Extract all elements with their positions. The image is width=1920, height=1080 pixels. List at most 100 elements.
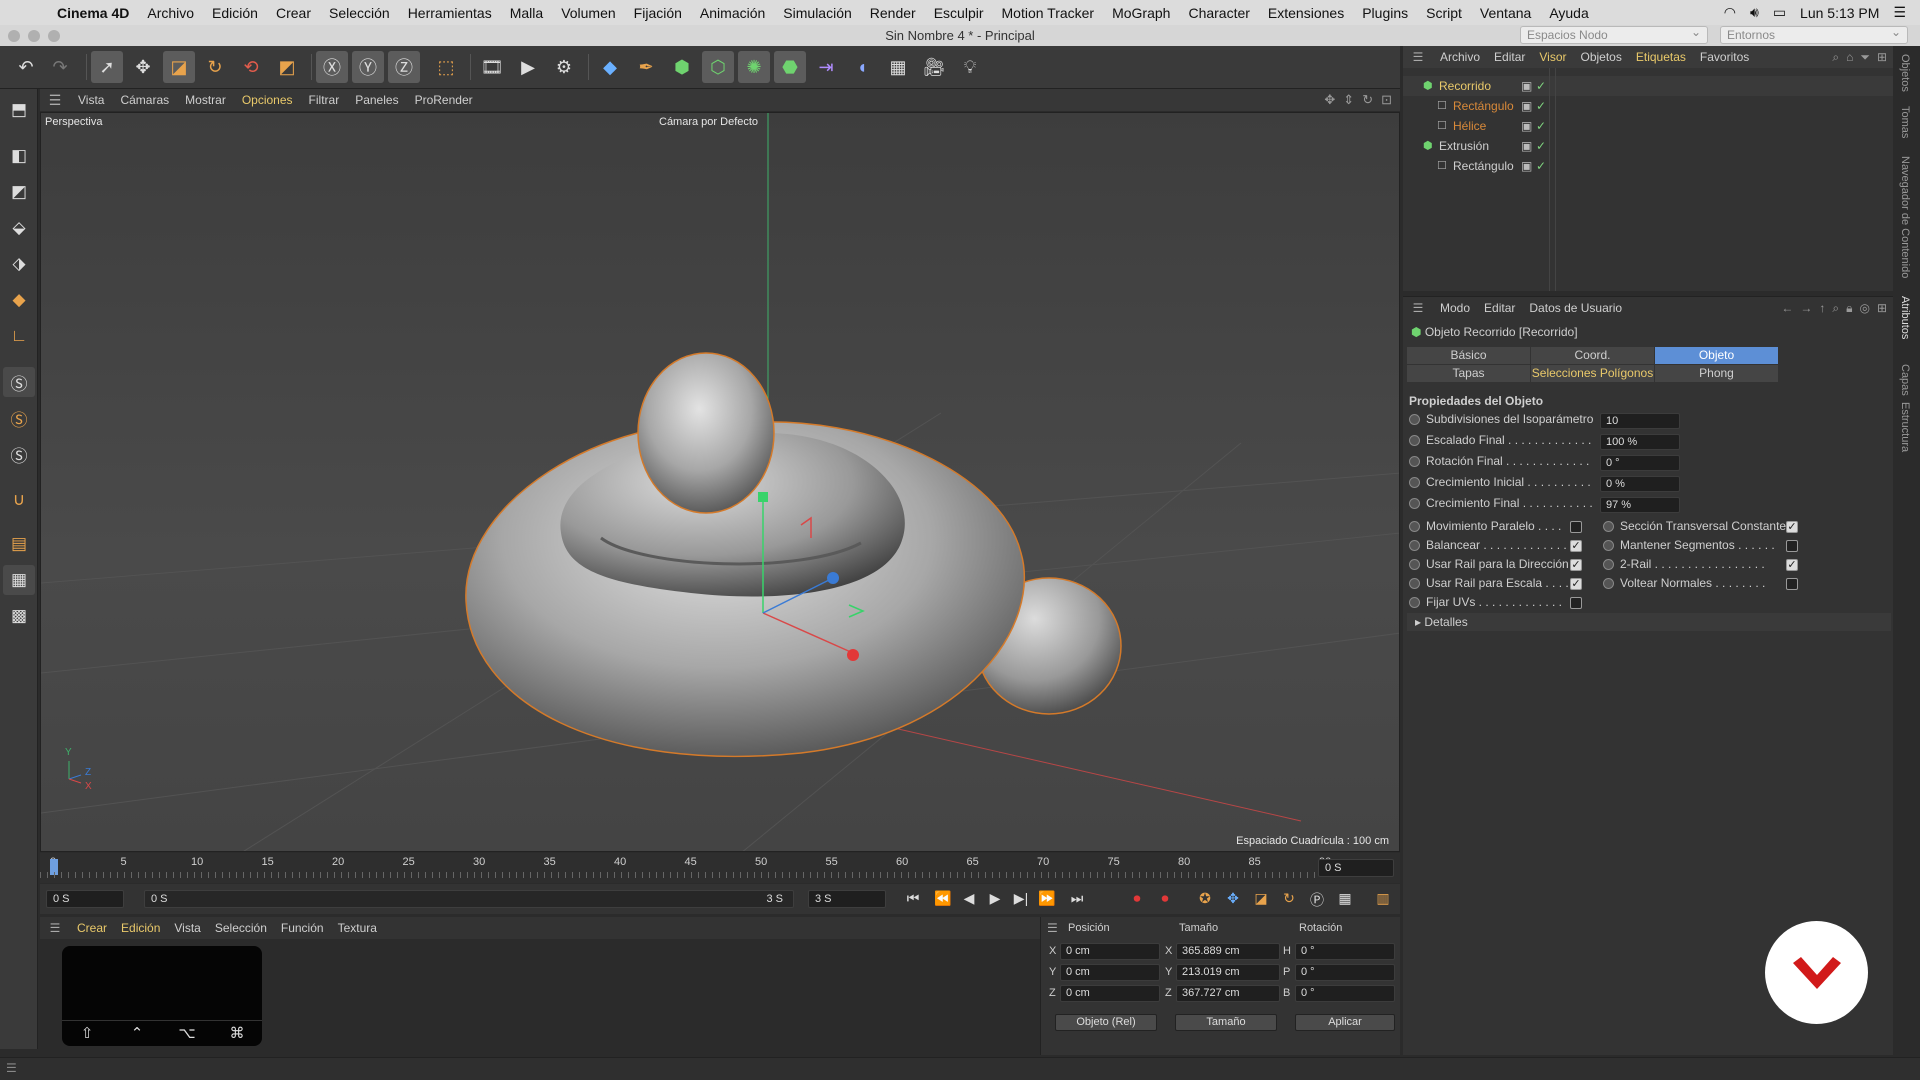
animate-radio[interactable]: [1409, 456, 1420, 468]
camera-icon[interactable]: 🎥︎: [918, 51, 950, 83]
render-settings-icon[interactable]: ⚙: [548, 51, 580, 83]
material-menu-5[interactable]: Textura: [331, 921, 384, 935]
texture-mode-icon[interactable]: ◩: [3, 177, 35, 207]
enabled-check-icon[interactable]: ✓: [1536, 159, 1546, 173]
material-menu-icon[interactable]: ☰: [40, 921, 70, 935]
timeline-window-icon[interactable]: ▥: [1372, 890, 1394, 910]
checkbox[interactable]: [1570, 521, 1582, 533]
status-menu-icon[interactable]: ☰: [6, 1061, 17, 1075]
checkbox[interactable]: ✓: [1570, 559, 1582, 571]
material-menu-1[interactable]: Edición: [114, 921, 167, 935]
coords-menu-icon[interactable]: ☰: [1047, 921, 1058, 935]
make-editable-icon[interactable]: ⬒: [3, 95, 35, 125]
end-frame-field[interactable]: 3 S: [808, 890, 886, 908]
workplane-snap-icon[interactable]: Ⓢ: [3, 439, 35, 469]
x-axis-lock-icon[interactable]: Ⓧ: [316, 51, 348, 83]
maximize-view-icon[interactable]: ⊡: [1381, 92, 1392, 108]
magnet-icon[interactable]: ∪: [3, 485, 35, 515]
mac-menu-1[interactable]: Edición: [203, 5, 267, 21]
viewport-menu-5[interactable]: Paneles: [347, 93, 406, 107]
mac-menu-9[interactable]: Simulación: [774, 5, 860, 21]
position-field-1[interactable]: 0 cm: [1060, 964, 1160, 981]
tab-tapas[interactable]: Tapas: [1407, 365, 1531, 382]
animate-radio[interactable]: [1603, 559, 1614, 571]
start-frame-field[interactable]: 0 S: [46, 890, 124, 908]
array-icon[interactable]: ⬣: [774, 51, 806, 83]
animate-radio[interactable]: [1409, 435, 1420, 447]
edges-mode-icon[interactable]: ⬗: [3, 249, 35, 279]
animate-radio[interactable]: [1409, 498, 1420, 510]
side-tab-1[interactable]: Tomas: [1899, 106, 1911, 138]
keyframe-selection-icon[interactable]: ✪: [1194, 890, 1216, 910]
play-icon[interactable]: ▶: [984, 890, 1006, 910]
clock[interactable]: Lun 5:13 PM: [1800, 5, 1879, 21]
side-tab-0[interactable]: Objetos: [1899, 54, 1911, 92]
current-frame-field[interactable]: 0 S: [1318, 859, 1394, 877]
key-position-icon[interactable]: ✥: [1222, 890, 1244, 910]
object-name[interactable]: Rectángulo: [1453, 159, 1514, 173]
3d-viewport[interactable]: Perspectiva Cámara por Defecto Espaciado…: [40, 112, 1400, 852]
axis-mode-icon[interactable]: ∟: [3, 321, 35, 351]
side-tab-4[interactable]: Capas: [1899, 364, 1911, 396]
back-arrow-icon[interactable]: ←: [1781, 301, 1793, 316]
animate-radio[interactable]: [1409, 414, 1420, 426]
lock-icon[interactable]: 🔒︎: [1846, 301, 1852, 316]
checkbox[interactable]: [1786, 540, 1798, 552]
object-name[interactable]: Hélice: [1453, 119, 1486, 133]
prev-frame-icon[interactable]: ◀: [958, 890, 980, 910]
checkbox[interactable]: ✓: [1570, 540, 1582, 552]
timeline-ruler[interactable]: 051015202530354045505560657075808590 0 S: [40, 853, 1400, 883]
visibility-toggle[interactable]: ▣: [1521, 79, 1532, 93]
rotation-field-1[interactable]: 0 °: [1295, 964, 1395, 981]
snap-icon[interactable]: Ⓢ: [3, 367, 35, 397]
points-mode-icon[interactable]: ⬙: [3, 213, 35, 243]
cube-icon[interactable]: ◆: [594, 51, 626, 83]
material-menu-3[interactable]: Selección: [208, 921, 274, 935]
animate-radio[interactable]: [1603, 521, 1614, 533]
range-slider[interactable]: 0 S 3 S: [144, 890, 794, 908]
mac-menu-3[interactable]: Selección: [320, 5, 399, 21]
viewport-menu-6[interactable]: ProRender: [407, 93, 481, 107]
mac-menu-11[interactable]: Esculpir: [925, 5, 993, 21]
mac-menu-4[interactable]: Herramientas: [399, 5, 501, 21]
search-icon[interactable]: ⌕: [1832, 301, 1839, 316]
rotation-field-2[interactable]: 0 °: [1295, 985, 1395, 1002]
model-mode-icon[interactable]: ◧: [3, 141, 35, 171]
tab-phong[interactable]: Phong: [1655, 365, 1779, 382]
pen-spline-icon[interactable]: ✒: [630, 51, 662, 83]
object-menu-5[interactable]: Favoritos: [1693, 50, 1756, 64]
size-field-2[interactable]: 367.727 cm: [1176, 985, 1280, 1002]
property-value-field[interactable]: 0 °: [1600, 455, 1680, 471]
y-axis-lock-icon[interactable]: Ⓨ: [352, 51, 384, 83]
light-icon[interactable]: 💡︎: [954, 51, 986, 83]
coordinate-system-icon[interactable]: ⬚: [430, 51, 462, 83]
snap-settings-icon[interactable]: Ⓢ: [3, 403, 35, 433]
transform-tool-icon[interactable]: ◩: [271, 51, 303, 83]
environments-select[interactable]: Entornos: [1720, 25, 1908, 44]
wifi-icon[interactable]: ◠: [1724, 4, 1736, 21]
checkbox[interactable]: ✓: [1786, 559, 1798, 571]
new-window-icon[interactable]: ⊞: [1877, 50, 1887, 65]
goto-start-icon[interactable]: ⏮: [902, 890, 924, 910]
field-icon[interactable]: ◖: [846, 51, 878, 83]
gizmo-z-handle[interactable]: [827, 572, 839, 584]
checkbox[interactable]: ✓: [1570, 578, 1582, 590]
pan-view-icon[interactable]: ✥: [1324, 92, 1335, 108]
tab-objeto[interactable]: Objeto: [1655, 347, 1779, 364]
size-field-1[interactable]: 213.019 cm: [1176, 964, 1280, 981]
floor-icon[interactable]: ▦: [882, 51, 914, 83]
side-tab-5[interactable]: Estructura: [1899, 402, 1911, 452]
object-menu-icon[interactable]: ☰: [1403, 50, 1433, 64]
volume-icon[interactable]: 🔊︎: [1750, 4, 1759, 21]
rotate-tool-icon[interactable]: ↻: [199, 51, 231, 83]
control-center-icon[interactable]: ☰: [1893, 4, 1906, 21]
goto-end-icon[interactable]: ⏭: [1066, 890, 1088, 910]
attribute-menu-0[interactable]: Modo: [1433, 301, 1477, 315]
orbit-view-icon[interactable]: ↻: [1362, 92, 1373, 108]
key-rotation-icon[interactable]: ↻: [1278, 890, 1300, 910]
record-icon[interactable]: ⏺: [1126, 890, 1148, 910]
material-menu-4[interactable]: Función: [274, 921, 331, 935]
mac-menu-12[interactable]: Motion Tracker: [993, 5, 1104, 21]
undo-icon[interactable]: ↶: [10, 51, 42, 83]
scale-tool-icon[interactable]: ◪: [163, 51, 195, 83]
